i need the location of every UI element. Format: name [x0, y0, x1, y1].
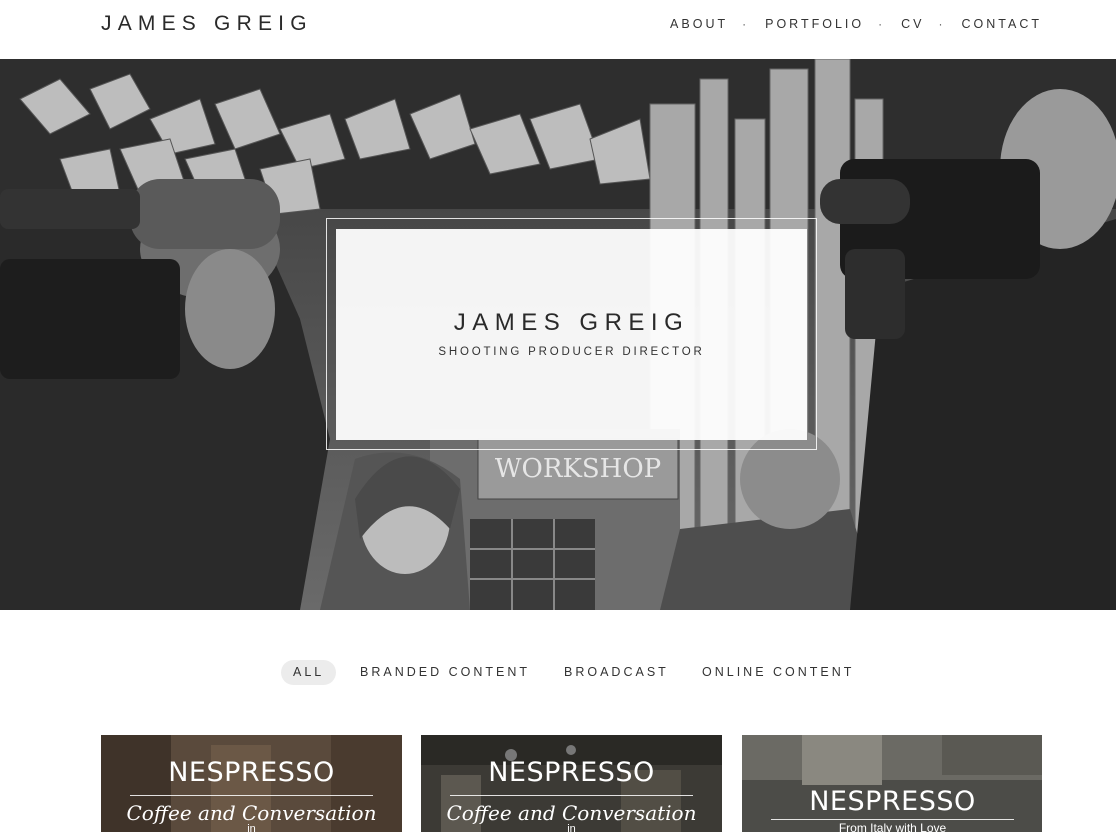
- card-subtitle: Coffee and Conversation: [126, 801, 377, 825]
- site-logo[interactable]: JAMES GREIG: [101, 12, 313, 36]
- filter-broadcast[interactable]: BROADCAST: [552, 660, 681, 685]
- hero-subtitle: SHOOTING PRODUCER DIRECTOR: [438, 346, 705, 358]
- nav-separator: ·: [878, 17, 886, 31]
- portfolio-card[interactable]: NESPRESSO From Italy with Love: [742, 735, 1043, 832]
- filter-branded-content[interactable]: BRANDED CONTENT: [348, 660, 542, 685]
- portfolio-filters: ALL BRANDED CONTENT BROADCAST ONLINE CON…: [0, 660, 1116, 686]
- card-subtitle: Coffee and Conversation: [446, 801, 697, 825]
- card-small-text: in: [567, 823, 576, 832]
- nav-cv[interactable]: CV: [901, 17, 924, 31]
- card-rule: [130, 795, 373, 796]
- site-header: JAMES GREIG ABOUT · PORTFOLIO · CV · CON…: [0, 0, 1116, 59]
- card-thumbnail: [742, 735, 1042, 832]
- card-brand: NESPRESSO: [488, 757, 655, 788]
- card-brand: NESPRESSO: [809, 786, 976, 817]
- portfolio-card[interactable]: NESPRESSO Coffee and Conversation in: [101, 735, 402, 832]
- card-subtitle: From Italy with Love: [838, 821, 947, 832]
- card-small-text: in: [247, 823, 256, 832]
- nav-about[interactable]: ABOUT: [670, 17, 728, 31]
- hero-title-box: JAMES GREIG SHOOTING PRODUCER DIRECTOR: [336, 229, 807, 440]
- portfolio-card[interactable]: NESPRESSO Coffee and Conversation in: [421, 735, 722, 832]
- nav-contact[interactable]: CONTACT: [962, 17, 1043, 31]
- workshop-sign: WORKSHOP: [495, 454, 661, 484]
- filter-online-content[interactable]: ONLINE CONTENT: [690, 660, 866, 685]
- hero-title: JAMES GREIG: [453, 309, 690, 336]
- card-rule: [771, 819, 1014, 820]
- card-brand: NESPRESSO: [168, 757, 335, 788]
- nav-portfolio[interactable]: PORTFOLIO: [765, 17, 864, 31]
- main-nav: ABOUT · PORTFOLIO · CV · CONTACT: [670, 17, 1042, 31]
- nav-separator: ·: [742, 17, 750, 31]
- hero-banner: WORKSHOP JAMES GREIG SHOOTING PRODUCER D: [0, 59, 1116, 610]
- card-rule: [450, 795, 693, 796]
- nav-separator: ·: [938, 17, 946, 31]
- filter-all[interactable]: ALL: [281, 660, 337, 685]
